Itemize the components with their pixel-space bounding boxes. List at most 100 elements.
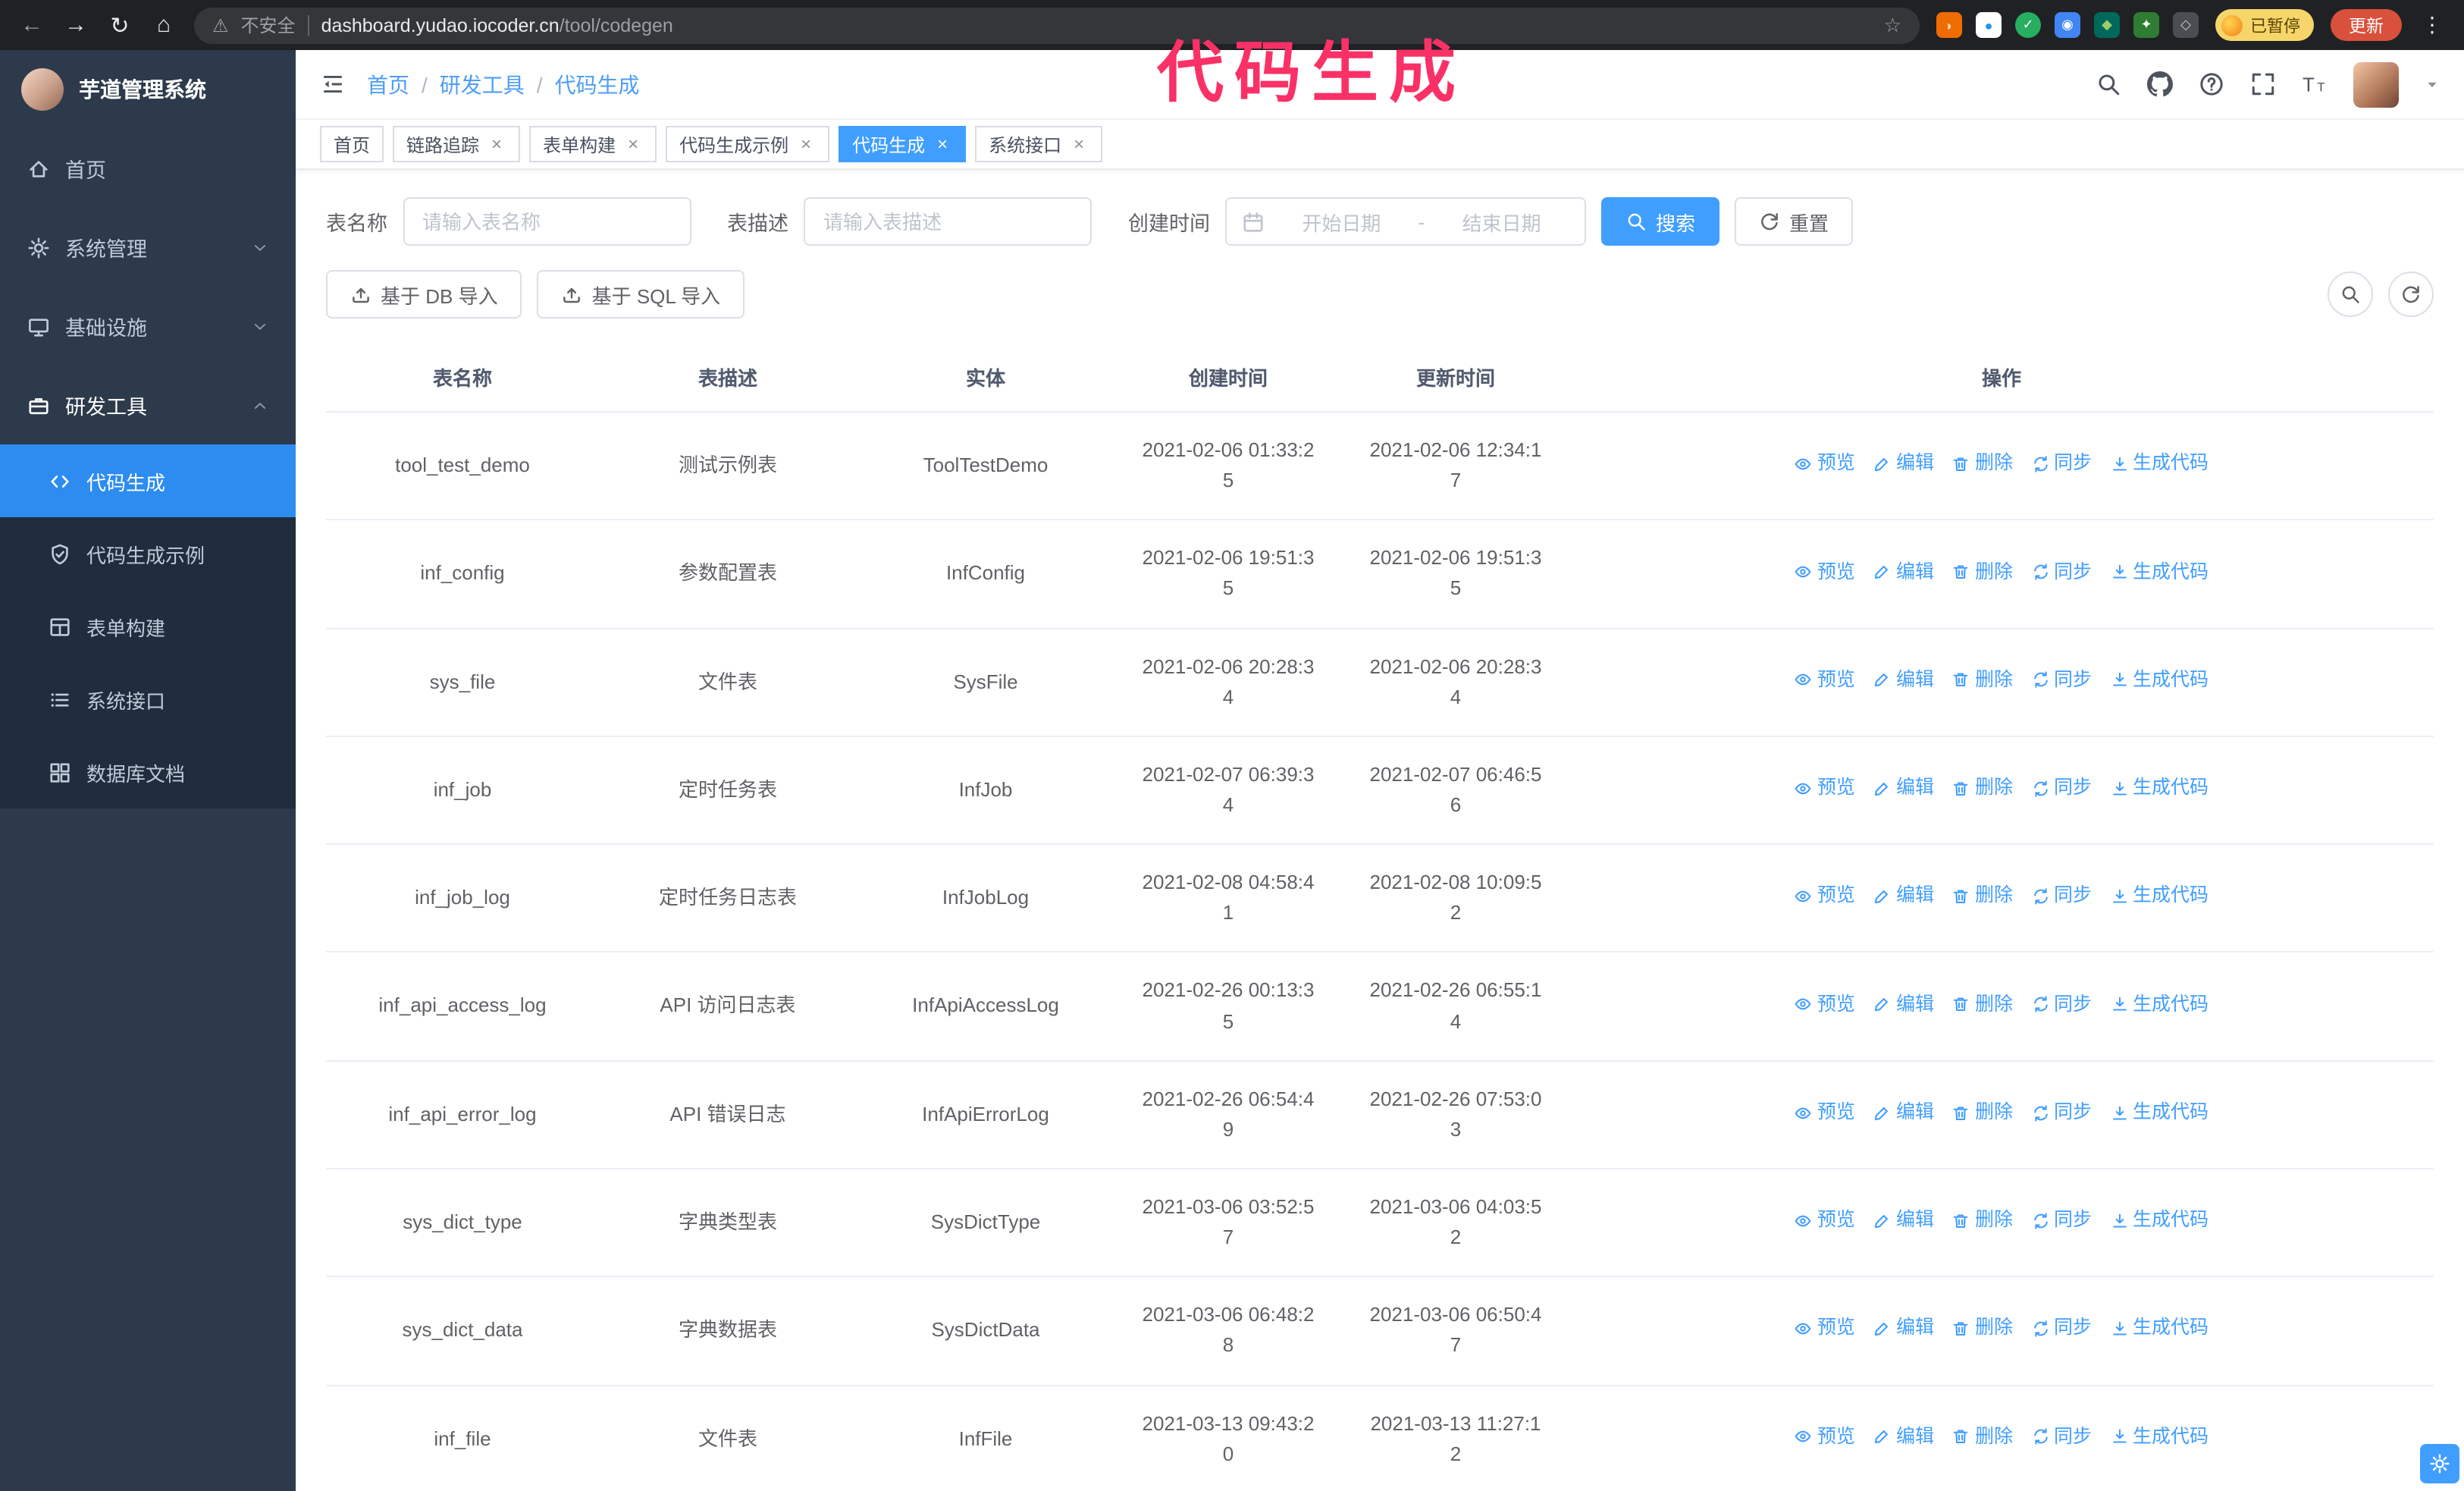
sync-link[interactable]: 同步	[2031, 990, 2092, 1019]
close-icon[interactable]: ×	[933, 133, 952, 155]
edit-link[interactable]: 编辑	[1873, 1423, 1934, 1452]
generate-code-link[interactable]: 生成代码	[2110, 1098, 2209, 1128]
sync-link[interactable]: 同步	[2031, 1206, 2092, 1235]
font-size-icon[interactable]: TT	[2302, 71, 2328, 97]
preview-link[interactable]: 预览	[1795, 666, 1855, 695]
import-db-button[interactable]: 基于 DB 导入	[326, 270, 522, 319]
fullscreen-icon[interactable]	[2250, 71, 2276, 97]
close-icon[interactable]: ×	[623, 133, 643, 155]
sync-link[interactable]: 同步	[2031, 882, 2092, 912]
sidebar-item-codegen-example[interactable]: 代码生成示例	[0, 517, 296, 590]
sync-link[interactable]: 同步	[2031, 1423, 2092, 1452]
sidebar-item-form-builder[interactable]: 表单构建	[0, 590, 296, 663]
delete-link[interactable]: 删除	[1952, 1423, 2013, 1452]
preview-link[interactable]: 预览	[1795, 1098, 1855, 1128]
browser-forward-icon[interactable]: →	[62, 12, 89, 38]
sidebar-item-home[interactable]: 首页	[0, 129, 296, 208]
table-desc-input[interactable]	[804, 197, 1092, 246]
bookmark-star-icon[interactable]: ☆	[1884, 13, 1901, 37]
delete-link[interactable]: 删除	[1952, 449, 2013, 479]
browser-home-icon[interactable]: ⌂	[150, 12, 177, 38]
ext-clip-icon[interactable]: ◆	[2094, 12, 2120, 38]
sidebar-item-system[interactable]: 系统管理	[0, 208, 296, 287]
breadcrumb-item[interactable]: 首页	[367, 69, 409, 99]
toggle-search-button[interactable]	[2328, 272, 2373, 317]
tag-item[interactable]: 链路追踪 ×	[393, 126, 521, 162]
preview-link[interactable]: 预览	[1795, 1206, 1855, 1235]
sidebar-item-system-api[interactable]: 系统接口	[0, 663, 296, 736]
sync-link[interactable]: 同步	[2031, 666, 2092, 695]
tag-item[interactable]: 系统接口 ×	[975, 126, 1103, 162]
help-icon[interactable]	[2199, 71, 2224, 97]
sidebar-item-codegen[interactable]: 代码生成	[0, 444, 296, 517]
delete-link[interactable]: 删除	[1952, 666, 2013, 695]
header-search-icon[interactable]	[2096, 71, 2121, 97]
ext-fox-icon[interactable]: ◗	[1936, 12, 1962, 38]
delete-link[interactable]: 删除	[1952, 557, 2013, 587]
paused-badge[interactable]: 已暂停	[2215, 9, 2314, 41]
close-icon[interactable]: ×	[487, 133, 506, 155]
sidebar-toggle-icon[interactable]	[320, 71, 346, 97]
address-bar[interactable]: ⚠ 不安全 dashboard.yudao.iocoder.cn/tool/co…	[194, 7, 1920, 43]
preview-link[interactable]: 预览	[1795, 882, 1855, 912]
sidebar-item-db-doc[interactable]: 数据库文档	[0, 736, 296, 808]
generate-code-link[interactable]: 生成代码	[2110, 1314, 2209, 1344]
generate-code-link[interactable]: 生成代码	[2110, 882, 2209, 912]
tag-item[interactable]: 代码生成示例 ×	[666, 126, 830, 162]
ext-contacts-icon[interactable]: ◉	[2055, 12, 2080, 38]
sync-link[interactable]: 同步	[2031, 557, 2092, 587]
preview-link[interactable]: 预览	[1795, 557, 1855, 587]
breadcrumb-item[interactable]: 代码生成	[555, 69, 640, 99]
ext-leaf-icon[interactable]: ✦	[2133, 12, 2159, 38]
search-button[interactable]: 搜索	[1601, 197, 1720, 246]
app-logo[interactable]: 芋道管理系统	[0, 50, 296, 129]
ext-drop-icon[interactable]: ●	[1976, 12, 2002, 38]
edit-link[interactable]: 编辑	[1873, 666, 1934, 695]
import-sql-button[interactable]: 基于 SQL 导入	[537, 270, 745, 319]
generate-code-link[interactable]: 生成代码	[2110, 774, 2209, 803]
browser-reload-icon[interactable]: ↻	[106, 11, 133, 39]
sync-link[interactable]: 同步	[2031, 1098, 2092, 1128]
generate-code-link[interactable]: 生成代码	[2110, 557, 2209, 587]
browser-menu-icon[interactable]: ⋮	[2419, 12, 2446, 38]
user-avatar[interactable]	[2353, 61, 2399, 107]
corner-fab[interactable]	[2420, 1444, 2459, 1483]
reset-button[interactable]: 重置	[1735, 197, 1854, 246]
generate-code-link[interactable]: 生成代码	[2110, 990, 2209, 1019]
edit-link[interactable]: 编辑	[1873, 774, 1934, 803]
sync-link[interactable]: 同步	[2031, 1314, 2092, 1344]
edit-link[interactable]: 编辑	[1873, 990, 1934, 1019]
delete-link[interactable]: 删除	[1952, 1206, 2013, 1235]
close-icon[interactable]: ×	[1069, 133, 1089, 155]
preview-link[interactable]: 预览	[1795, 774, 1855, 803]
edit-link[interactable]: 编辑	[1873, 557, 1934, 587]
edit-link[interactable]: 编辑	[1873, 1098, 1934, 1128]
edit-link[interactable]: 编辑	[1873, 449, 1934, 479]
edit-link[interactable]: 编辑	[1873, 1206, 1934, 1235]
sidebar-item-dev-tools[interactable]: 研发工具	[0, 366, 296, 444]
preview-link[interactable]: 预览	[1795, 990, 1855, 1019]
delete-link[interactable]: 删除	[1952, 774, 2013, 803]
ext-puzzle-icon[interactable]: ◇	[2173, 12, 2199, 38]
tag-item[interactable]: 表单构建 ×	[529, 126, 657, 162]
update-button[interactable]: 更新	[2331, 9, 2402, 41]
delete-link[interactable]: 删除	[1952, 882, 2013, 912]
sync-link[interactable]: 同步	[2031, 449, 2092, 479]
generate-code-link[interactable]: 生成代码	[2110, 666, 2209, 695]
delete-link[interactable]: 删除	[1952, 1098, 2013, 1128]
sidebar-item-infra[interactable]: 基础设施	[0, 287, 296, 366]
generate-code-link[interactable]: 生成代码	[2110, 449, 2209, 479]
preview-link[interactable]: 预览	[1795, 449, 1855, 479]
edit-link[interactable]: 编辑	[1873, 882, 1934, 912]
table-name-input[interactable]	[403, 197, 691, 246]
generate-code-link[interactable]: 生成代码	[2110, 1206, 2209, 1235]
sync-link[interactable]: 同步	[2031, 774, 2092, 803]
github-icon[interactable]	[2147, 71, 2173, 97]
delete-link[interactable]: 删除	[1952, 990, 2013, 1019]
preview-link[interactable]: 预览	[1795, 1314, 1855, 1344]
generate-code-link[interactable]: 生成代码	[2110, 1423, 2209, 1452]
preview-link[interactable]: 预览	[1795, 1423, 1855, 1452]
ext-check-icon[interactable]: ✓	[2015, 12, 2041, 38]
browser-back-icon[interactable]: ←	[18, 12, 45, 38]
create-time-range-picker[interactable]: 开始日期 - 结束日期	[1225, 197, 1586, 246]
